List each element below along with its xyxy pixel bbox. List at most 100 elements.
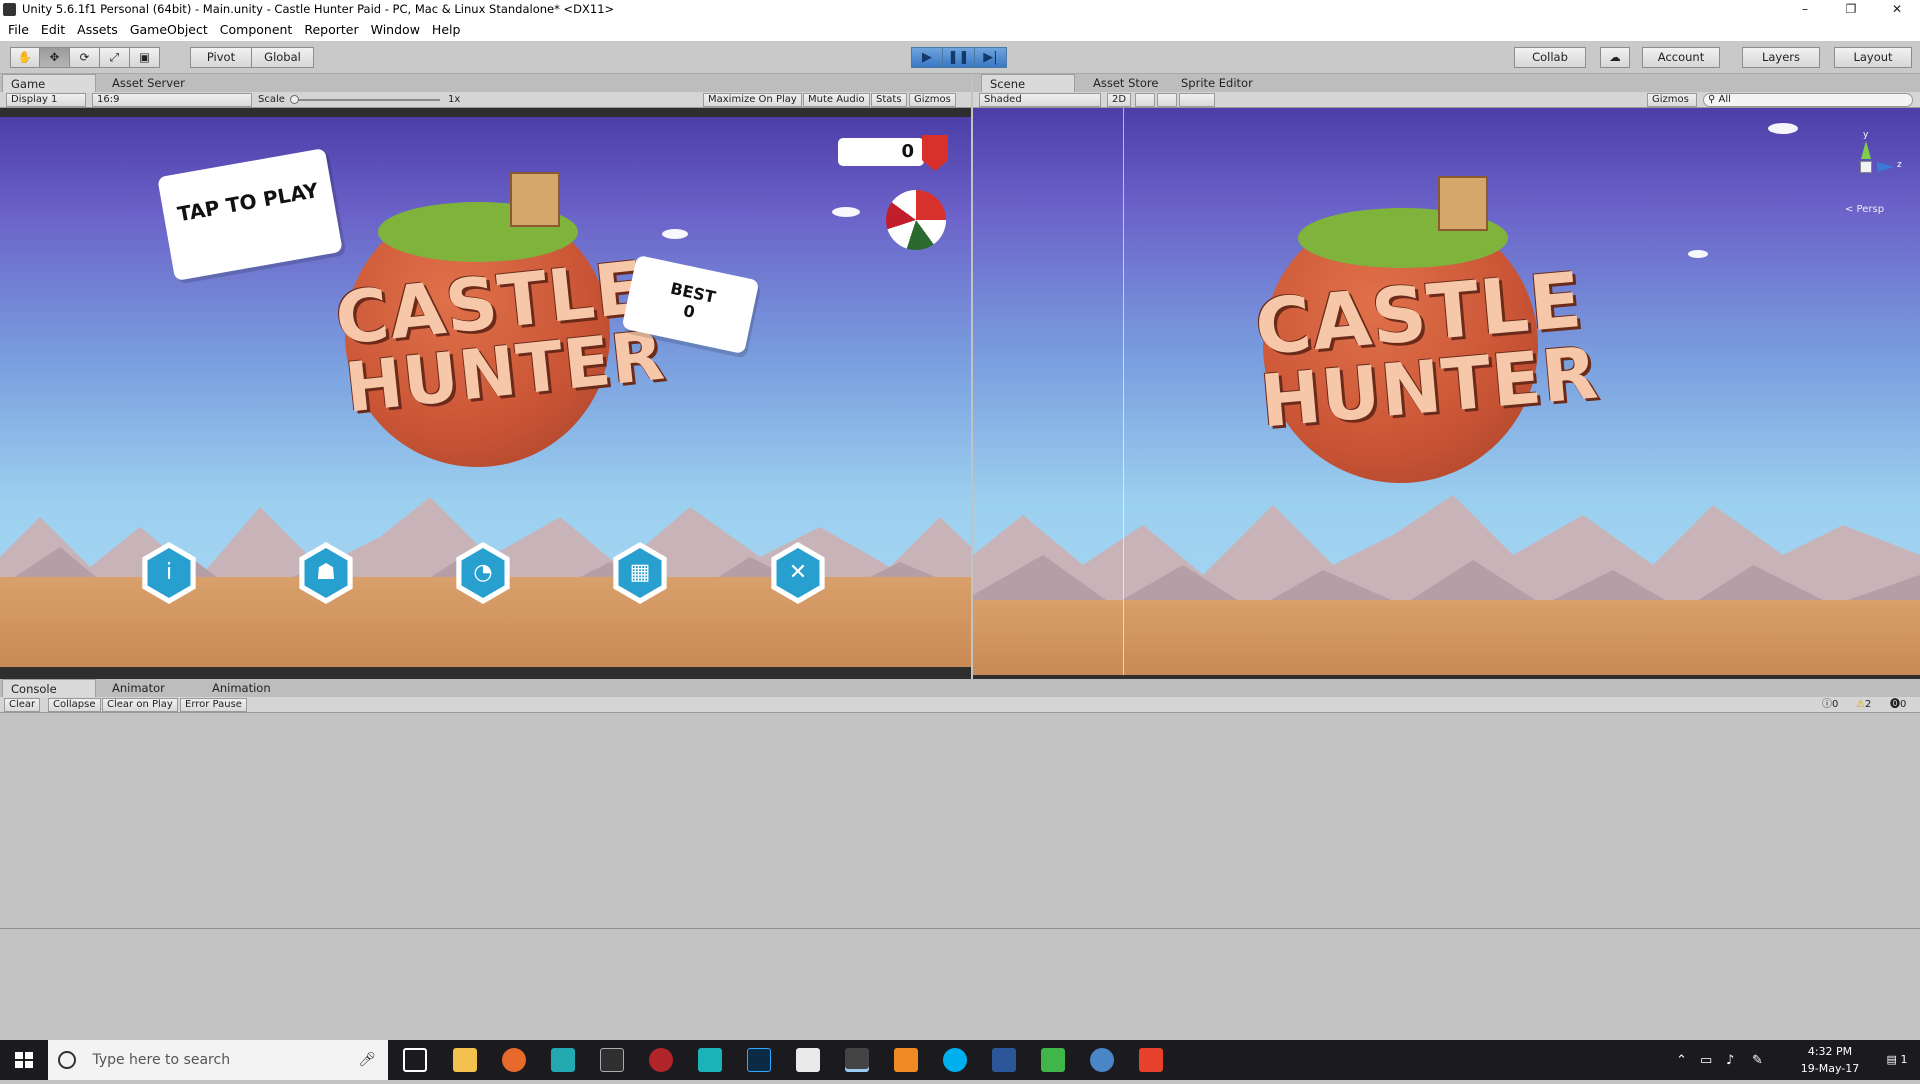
scene-gizmos-dropdown[interactable]: Gizmos [1647, 93, 1697, 107]
clear-button[interactable]: Clear [4, 698, 41, 712]
warning-count[interactable]: ⚠2 [1856, 698, 1871, 712]
scene-tabstrip: Scene Asset Store Sprite Editor [973, 74, 1920, 92]
scene-search-input[interactable]: ⚲ All [1703, 93, 1913, 107]
cloud-icon[interactable]: ☁ [1600, 47, 1630, 68]
notification-count: 1 [1900, 1053, 1908, 1066]
game-tabstrip: Game Asset Server [0, 74, 971, 92]
lighting-icon[interactable] [1135, 93, 1155, 107]
tab-scene[interactable]: Scene [981, 74, 1075, 92]
skype-icon[interactable] [943, 1048, 967, 1072]
tab-asset-server[interactable]: Asset Server [104, 74, 195, 92]
tap-to-play-bubble[interactable]: TAP TO PLAY [157, 148, 343, 281]
scene-viewport[interactable]: CASTLE HUNTER y z < Persp [973, 108, 1920, 675]
tab-asset-store[interactable]: Asset Store [1085, 74, 1169, 92]
score-box: 0 [838, 138, 924, 166]
mail-icon[interactable] [796, 1048, 820, 1072]
menu-assets[interactable]: Assets [71, 19, 124, 41]
menu-help[interactable]: Help [426, 19, 467, 41]
menu-gameobject[interactable]: GameObject [124, 19, 214, 41]
error-pause-toggle[interactable]: Error Pause [180, 698, 247, 712]
tab-game[interactable]: Game [2, 74, 96, 92]
info-count[interactable]: ⓘ0 [1822, 698, 1838, 712]
account-dropdown[interactable]: Account [1642, 47, 1720, 68]
display-dropdown[interactable]: Display 1 [6, 93, 86, 107]
castle-tower [510, 172, 560, 227]
shading-dropdown[interactable]: Shaded [979, 93, 1101, 107]
camtasia-icon[interactable] [1041, 1048, 1065, 1072]
network-icon[interactable]: ▭ [1700, 1052, 1712, 1069]
2d-toggle[interactable]: 2D [1107, 93, 1132, 107]
epic-games-icon[interactable] [600, 1048, 624, 1072]
rect-tool-icon[interactable]: ▣ [130, 47, 160, 68]
tray-overflow-icon[interactable]: ⌃ [1676, 1052, 1687, 1069]
audio-icon[interactable] [1157, 93, 1177, 107]
move-tool-icon[interactable]: ✥ [40, 47, 70, 68]
minimize-button[interactable]: – [1782, 0, 1828, 19]
tab-sprite-editor[interactable]: Sprite Editor [1173, 74, 1263, 92]
volume-icon[interactable]: ♪ [1726, 1052, 1734, 1069]
gizmo-center[interactable] [1860, 161, 1872, 173]
task-view-icon[interactable] [403, 1048, 427, 1072]
step-button[interactable]: ▶| [975, 47, 1007, 68]
pivot-button[interactable]: Pivot [190, 47, 252, 68]
mute-audio-toggle[interactable]: Mute Audio [803, 93, 870, 107]
menu-component[interactable]: Component [214, 19, 299, 41]
gizmo-z-axis[interactable] [1877, 162, 1895, 172]
layers-dropdown[interactable]: Layers [1742, 47, 1820, 68]
store-app-icon[interactable] [551, 1048, 575, 1072]
scene-castle-tower [1438, 176, 1488, 231]
collab-button[interactable]: Collab [1514, 47, 1586, 68]
scale-slider[interactable] [292, 99, 440, 101]
gizmos-dropdown[interactable]: Gizmos [909, 93, 956, 107]
taskbar-search-box[interactable]: Type here to search 🎤︎ [48, 1040, 388, 1080]
rotate-tool-icon[interactable]: ⟳ [70, 47, 100, 68]
scale-slider-thumb[interactable] [290, 95, 299, 104]
gizmo-z-label: z [1897, 160, 1902, 170]
maya-icon[interactable] [698, 1048, 722, 1072]
hand-tool-icon[interactable]: ✋ [10, 47, 40, 68]
error-count[interactable]: ⓿0 [1890, 698, 1906, 712]
notifications-button[interactable]: ▤ 1 [1882, 1051, 1912, 1068]
tab-console[interactable]: Console [2, 679, 96, 697]
console-log-area[interactable] [0, 715, 1920, 987]
gizmo-y-axis[interactable] [1861, 141, 1871, 159]
effects-icon[interactable] [1179, 93, 1215, 107]
maximize-on-play-toggle[interactable]: Maximize On Play [703, 93, 802, 107]
menu-reporter[interactable]: Reporter [298, 19, 364, 41]
menu-window[interactable]: Window [365, 19, 426, 41]
language-flags-button[interactable] [886, 190, 946, 250]
word-icon[interactable] [992, 1048, 1016, 1072]
play-button[interactable]: ▶ [911, 47, 943, 68]
media-player-icon[interactable] [894, 1048, 918, 1072]
tab-animation[interactable]: Animation [204, 679, 281, 697]
file-explorer-icon[interactable] [453, 1048, 477, 1072]
clock[interactable]: 4:32 PM 19-May-17 [1790, 1043, 1870, 1077]
global-button[interactable]: Global [252, 47, 314, 68]
red-app-icon[interactable] [649, 1048, 673, 1072]
start-button[interactable] [0, 1040, 48, 1080]
firefox-icon[interactable] [502, 1048, 526, 1072]
restore-button[interactable]: ❐ [1828, 0, 1874, 19]
collapse-toggle[interactable]: Collapse [48, 698, 101, 712]
aspect-dropdown[interactable]: 16:9 [92, 93, 252, 107]
pen-icon[interactable]: ✎ [1752, 1052, 1763, 1069]
menu-file[interactable]: File [0, 19, 35, 41]
tab-animator[interactable]: Animator [104, 679, 175, 697]
unity-taskbar-icon[interactable] [845, 1048, 869, 1072]
scale-tool-icon[interactable]: ⤢ [100, 47, 130, 68]
microphone-icon[interactable]: 🎤︎ [358, 1040, 376, 1080]
stats-toggle[interactable]: Stats [871, 93, 907, 107]
photoshop-icon[interactable] [747, 1048, 771, 1072]
unity-logo-icon [3, 3, 16, 16]
pause-button[interactable]: ❚❚ [943, 47, 975, 68]
clear-on-play-toggle[interactable]: Clear on Play [102, 698, 178, 712]
cloud [832, 207, 860, 217]
game-viewport[interactable]: CASTLE HUNTER TAP TO PLAY BEST 0 0 i ☗ ◔… [0, 117, 971, 667]
menu-edit[interactable]: Edit [35, 19, 71, 41]
persp-label[interactable]: < Persp [1845, 204, 1884, 215]
close-button[interactable]: ✕ [1874, 0, 1920, 19]
orange-app-icon[interactable] [1139, 1048, 1163, 1072]
layout-dropdown[interactable]: Layout [1834, 47, 1912, 68]
blue-app-icon[interactable] [1090, 1048, 1114, 1072]
orientation-gizmo[interactable]: y z [1835, 130, 1902, 196]
